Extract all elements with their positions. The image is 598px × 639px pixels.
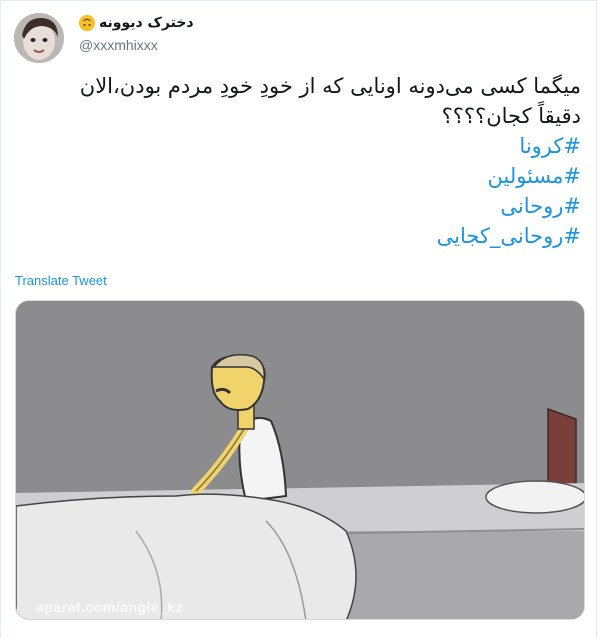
upside-down-face-icon bbox=[79, 15, 95, 31]
tweet-text: میگما کسی می‌دونه اونایی که از خودِ خودِ… bbox=[21, 71, 581, 251]
cartoon-illustration bbox=[16, 301, 584, 619]
author-name-row[interactable]: دخترک دیوونه bbox=[79, 13, 194, 33]
author-display-name[interactable]: دخترک دیوونه bbox=[99, 15, 194, 31]
hashtag-link[interactable]: #روحانی_کجایی bbox=[21, 221, 581, 251]
media-watermark: aparat.com/angle_kz bbox=[36, 599, 184, 615]
tweet-line: دقیقاً کجان؟؟؟؟ bbox=[441, 104, 581, 128]
hashtag-link[interactable]: #کرونا bbox=[21, 131, 581, 161]
tweet-card: دخترک دیوونه @xxxmhixxx میگما کسی می‌دون… bbox=[0, 0, 597, 638]
tweet-media-image[interactable]: aparat.com/angle_kz bbox=[15, 300, 585, 620]
translate-tweet-link[interactable]: Translate Tweet bbox=[15, 273, 107, 288]
author-handle[interactable]: @xxxmhixxx bbox=[79, 37, 158, 53]
hashtag-link[interactable]: #روحانی bbox=[21, 191, 581, 221]
hashtag-link[interactable]: #مسئولین bbox=[21, 161, 582, 191]
tweet-line: میگما کسی می‌دونه اونایی که از خودِ خودِ… bbox=[79, 74, 581, 98]
avatar[interactable] bbox=[14, 13, 64, 63]
